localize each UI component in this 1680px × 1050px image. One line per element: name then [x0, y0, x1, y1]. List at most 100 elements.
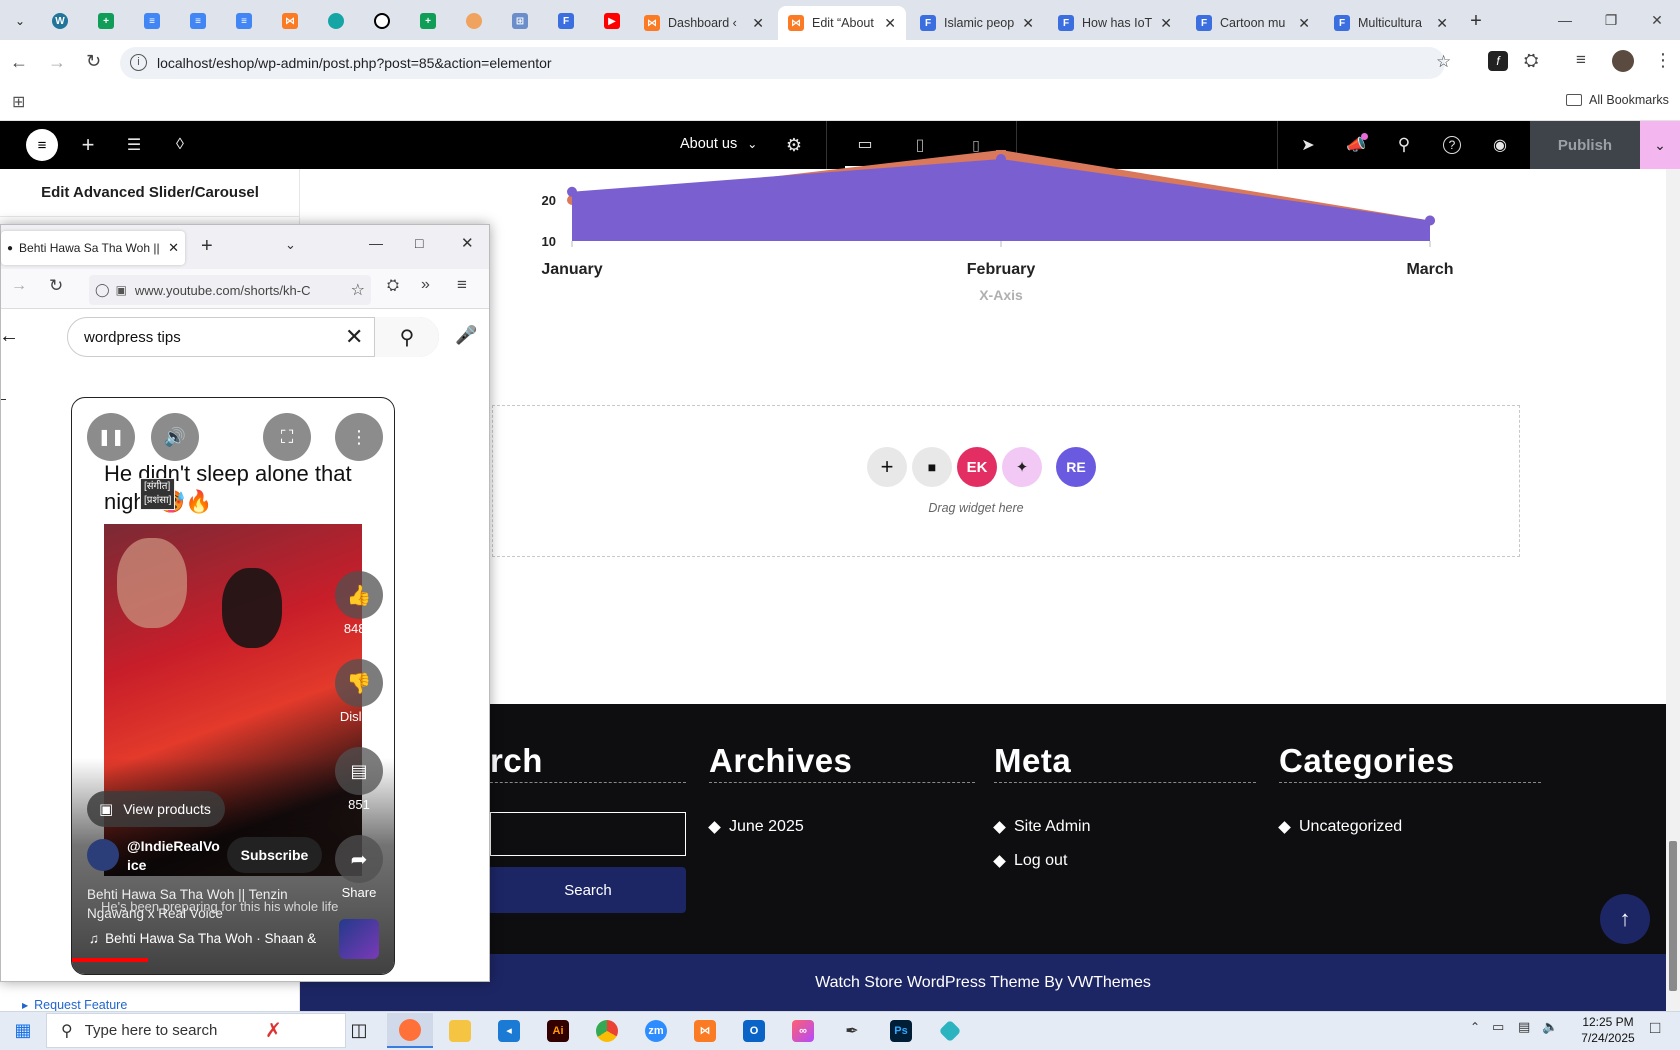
new-tab-button[interactable]: + [1462, 8, 1490, 34]
youtube-search-input[interactable]: wordpress tips [84, 329, 181, 346]
pinned-tab[interactable]: F [552, 8, 580, 34]
pinned-tab[interactable] [322, 8, 350, 34]
menu-icon[interactable]: ≡ [457, 275, 467, 295]
zoom-taskbar-icon[interactable]: zm [633, 1013, 679, 1048]
close-icon[interactable]: ✕ [1436, 15, 1448, 32]
elementor-logo-icon[interactable]: ≡ [26, 129, 58, 161]
avatar[interactable] [1612, 50, 1634, 72]
browser-tab-active[interactable]: ⋈ Edit “About ✕ [778, 6, 906, 40]
task-view-button[interactable]: ◫ [336, 1013, 382, 1048]
xampp-taskbar-icon[interactable]: ⋈ [682, 1013, 728, 1048]
search-button[interactable]: ⚲ [374, 317, 439, 357]
pinned-tab[interactable]: ▶ [598, 8, 626, 34]
pinned-tab[interactable]: + [414, 8, 442, 34]
pinned-tab[interactable]: ≡ [138, 8, 166, 34]
preview-button[interactable]: ◉ [1480, 121, 1520, 169]
firefox-tab[interactable]: ● Behti Hawa Sa Tha Woh || Te ✕ [1, 231, 185, 265]
pinned-tab[interactable] [368, 8, 396, 34]
youtube-search-box[interactable]: wordpress tips ✕ ⚲ [67, 317, 439, 357]
category-link[interactable]: Uncategorized [1278, 818, 1402, 836]
all-bookmarks-button[interactable]: All Bookmarks [1566, 93, 1669, 107]
pen-tool-taskbar-icon[interactable]: ✒ [829, 1013, 875, 1048]
start-button[interactable]: ▦ [0, 1013, 46, 1048]
extension-icon[interactable]: f [1488, 51, 1508, 71]
tab-search-dropdown[interactable]: ⌄ [6, 8, 34, 34]
close-icon[interactable]: ✕ [884, 15, 896, 32]
restore-button[interactable]: ❐ [1588, 0, 1634, 40]
canvas-scrollbar[interactable] [1666, 169, 1680, 1011]
browser-tab[interactable]: F Islamic peop ✕ [910, 6, 1044, 40]
reload-button[interactable]: ↻ [49, 276, 63, 296]
dislike-button[interactable]: 👎 [335, 659, 383, 707]
notification-center-icon[interactable]: □ [1650, 1018, 1660, 1038]
music-row[interactable]: ♫ Behti Hawa Sa Tha Woh · Shaan & [89, 931, 329, 946]
more-options-button[interactable]: ⋮ [335, 413, 383, 461]
add-template-button[interactable]: ■ [912, 447, 952, 487]
address-bar[interactable]: i localhost/eshop/wp-admin/post.php?post… [120, 47, 1451, 79]
firefox-url-bar[interactable]: ◯ ▣ www.youtube.com/shorts/kh-C ☆ [89, 275, 371, 305]
pinned-tab[interactable]: W [46, 8, 74, 34]
close-icon[interactable]: ✕ [1022, 15, 1034, 32]
add-section-button[interactable]: + [867, 447, 907, 487]
star-icon[interactable]: ☆ [1436, 52, 1451, 72]
forward-button[interactable]: → [48, 52, 66, 73]
photoshop-taskbar-icon[interactable]: Ps [878, 1013, 924, 1048]
file-explorer-taskbar-icon[interactable] [437, 1013, 483, 1048]
list-tabs-button[interactable]: ⌄ [285, 237, 296, 253]
progress-bar[interactable] [72, 958, 148, 962]
add-element-button[interactable]: + [68, 121, 108, 169]
mute-button[interactable]: 🔊 [151, 413, 199, 461]
site-settings-button[interactable]: ☰ [114, 121, 154, 169]
clear-search-icon[interactable]: ✕ [345, 324, 363, 350]
back-button[interactable]: ← [10, 52, 28, 73]
overflow-chevron-icon[interactable]: » [421, 276, 430, 294]
display-icon[interactable]: ▤ [1518, 1019, 1530, 1035]
network-icon[interactable]: ▭ [1492, 1019, 1504, 1035]
ai-button[interactable]: ✦ [1002, 447, 1042, 487]
browser-tab[interactable]: F How has IoT ✕ [1048, 6, 1182, 40]
structure-button[interactable]: ◊ [160, 121, 200, 169]
url-text[interactable]: localhost/eshop/wp-admin/post.php?post=8… [157, 55, 552, 71]
browser-tab[interactable]: F Multicultura ✕ [1324, 6, 1458, 40]
creative-cloud-taskbar-icon[interactable]: ∞ [780, 1013, 826, 1048]
forward-button[interactable]: → [11, 277, 27, 295]
apps-grid-icon[interactable]: ⊞ [12, 92, 25, 112]
media-control-icon[interactable]: ≡ [1576, 50, 1586, 70]
royal-elements-button[interactable]: RE [1056, 447, 1096, 487]
close-window-button[interactable]: ✕ [461, 234, 474, 252]
star-icon[interactable]: ☆ [351, 280, 365, 300]
minimize-button[interactable]: — [369, 235, 383, 251]
footer-search-input[interactable] [490, 812, 686, 856]
fullscreen-button[interactable]: ⛶ [263, 413, 311, 461]
pinned-tab[interactable]: ⋈ [276, 8, 304, 34]
footer-search-button[interactable]: Search [490, 867, 686, 913]
meta-link[interactable]: Site Admin [993, 818, 1090, 836]
illustrator-taskbar-icon[interactable]: Ai [535, 1013, 581, 1048]
publish-button[interactable]: Publish [1530, 121, 1640, 169]
vscode-taskbar-icon[interactable]: ◂ [486, 1013, 532, 1048]
chrome-taskbar-icon[interactable] [584, 1013, 630, 1048]
minimize-button[interactable]: — [1542, 0, 1588, 40]
pinned-tab[interactable] [460, 8, 488, 34]
browser-tab[interactable]: ⋈ Dashboard ‹ ✕ [634, 6, 774, 40]
puzzle-icon[interactable]: ⛭ [1524, 50, 1538, 71]
outlook-taskbar-icon[interactable]: O [731, 1013, 777, 1048]
close-icon[interactable]: ✕ [168, 240, 179, 256]
elementskit-button[interactable]: EK [957, 447, 997, 487]
pinned-tab[interactable]: ≡ [184, 8, 212, 34]
subscribe-button[interactable]: Subscribe [227, 837, 322, 873]
reload-button[interactable]: ↻ [86, 51, 101, 72]
taskbar-search-box[interactable]: ⚲ Type here to search ✗ [46, 1013, 346, 1048]
new-tab-button[interactable]: + [201, 235, 213, 258]
voice-search-button[interactable]: 🎤 [455, 325, 477, 346]
comments-button[interactable]: ▤ [335, 747, 383, 795]
close-icon[interactable]: ✕ [752, 15, 764, 32]
pinned-tab[interactable]: + [92, 8, 120, 34]
like-button[interactable]: 👍 [335, 571, 383, 619]
pinned-tab[interactable]: ≡ [230, 8, 258, 34]
clock[interactable]: 12:25 PM 7/24/2025 [1568, 1014, 1648, 1046]
channel-name[interactable]: @IndieRealVoice [127, 837, 223, 875]
pinned-tab[interactable]: ⊞ [506, 8, 534, 34]
share-button[interactable]: ➦ [335, 835, 383, 883]
empty-section-dropzone[interactable] [492, 405, 1520, 557]
